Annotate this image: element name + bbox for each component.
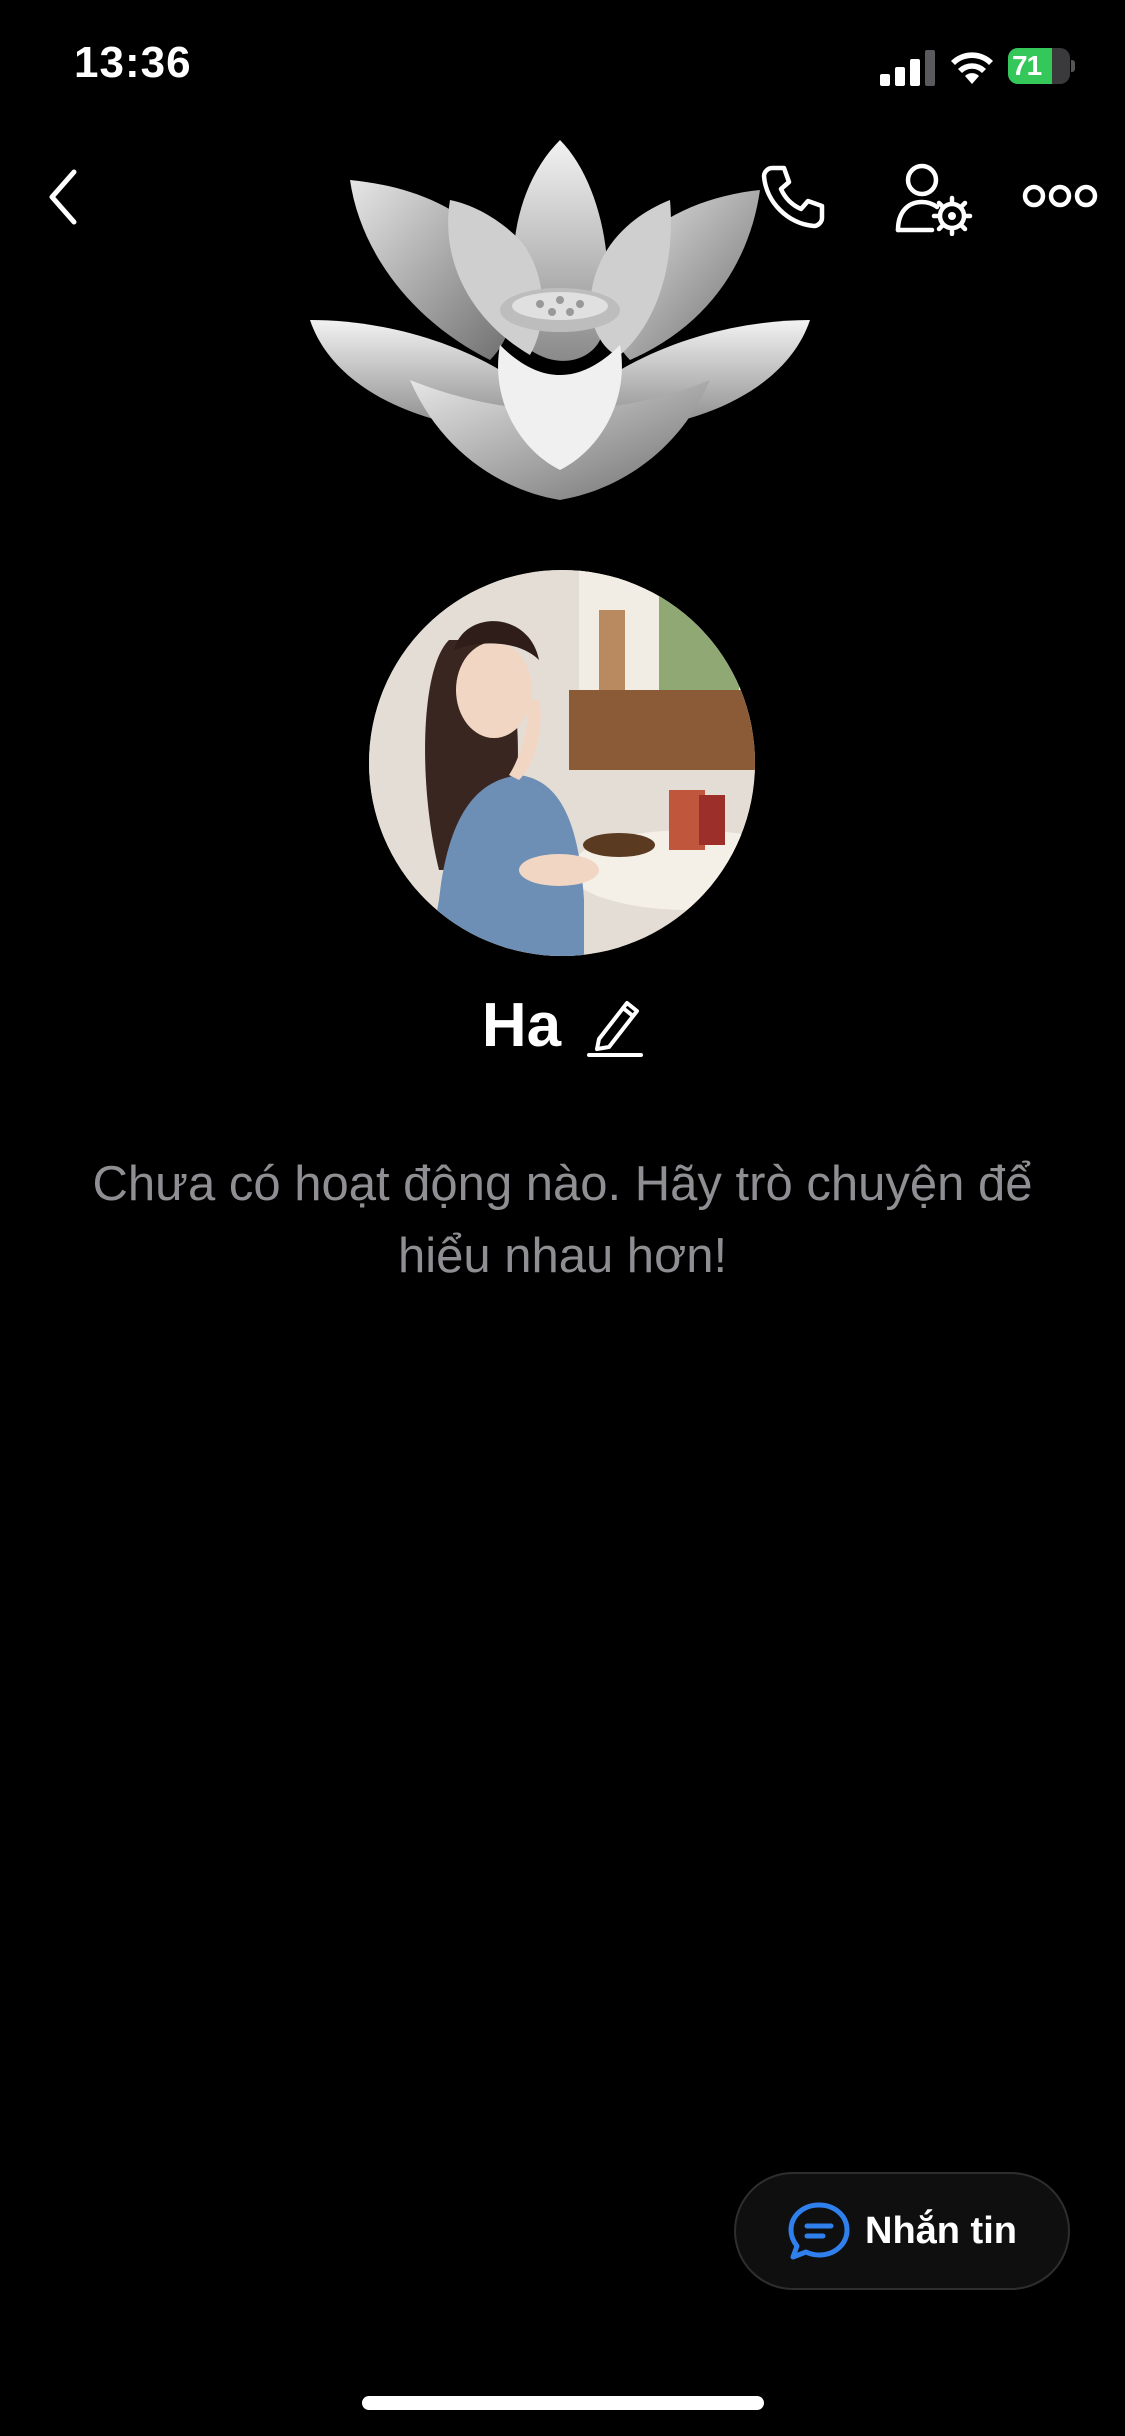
chat-bubble-icon [788, 2202, 850, 2260]
pencil-icon[interactable] [587, 995, 644, 1057]
phone-icon[interactable] [758, 160, 830, 232]
message-button[interactable]: Nhắn tin [734, 2172, 1070, 2290]
back-icon[interactable] [40, 166, 90, 228]
profile-name: Ha [481, 991, 562, 1060]
battery-charging-icon: 71 [1008, 48, 1075, 84]
battery-cap [1071, 60, 1075, 72]
home-indicator[interactable] [362, 2396, 764, 2410]
avatar[interactable] [369, 570, 755, 956]
user-settings-icon[interactable] [892, 160, 974, 236]
avatar-photo [369, 570, 755, 956]
signal-icon [880, 50, 935, 86]
status-time: 13:36 [74, 38, 192, 87]
status-bar: 13:36 71 [0, 0, 1125, 140]
battery-level: 71 [1012, 50, 1042, 81]
cover-lotus-image[interactable] [290, 130, 830, 510]
profile-name-row: Ha [0, 990, 1125, 1061]
more-icon[interactable] [1022, 176, 1098, 216]
empty-activity-message: Chưa có hoạt động nào. Hãy trò chuyện để… [92, 1157, 1033, 1283]
message-button-label: Nhắn tin [865, 2209, 1017, 2252]
battery-body: 71 [1008, 48, 1070, 84]
wifi-icon [951, 52, 993, 84]
